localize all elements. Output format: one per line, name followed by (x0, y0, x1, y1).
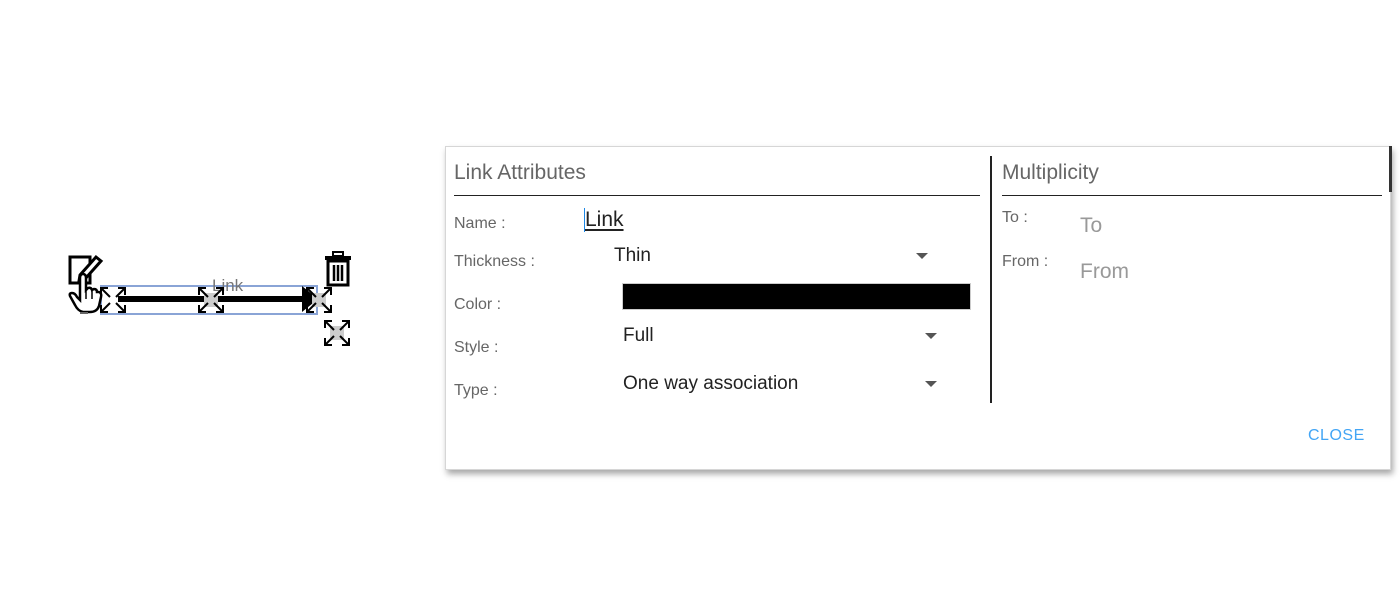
name-label: Name : (454, 215, 506, 232)
thickness-value: Thin (614, 245, 651, 266)
color-label: Color : (454, 296, 502, 313)
chevron-down-icon (925, 333, 937, 339)
color-picker[interactable] (622, 283, 971, 310)
from-label: From : (1002, 253, 1049, 270)
divider (1002, 195, 1382, 196)
style-value: Full (623, 325, 654, 346)
chevron-down-icon (925, 381, 937, 387)
from-input[interactable] (1080, 260, 1330, 284)
type-value: One way association (623, 373, 799, 394)
type-label: Type : (454, 382, 498, 399)
delete-icon[interactable] (323, 251, 353, 287)
thickness-label: Thickness : (454, 253, 535, 270)
name-input[interactable]: Link (584, 208, 624, 232)
panel-divider (990, 156, 992, 403)
style-select[interactable]: Full (623, 321, 943, 351)
link-attributes-title: Link Attributes (454, 161, 586, 184)
dialog-edge (1389, 146, 1392, 192)
move-handle-icon[interactable] (98, 285, 128, 315)
multiplicity-title: Multiplicity (1002, 161, 1099, 184)
to-input[interactable] (1080, 214, 1330, 238)
move-handle-icon[interactable] (304, 285, 334, 315)
chevron-down-icon (916, 253, 928, 259)
move-handle-icon[interactable] (196, 285, 226, 315)
close-button[interactable]: CLOSE (1308, 427, 1365, 445)
thickness-select[interactable]: Thin (614, 241, 930, 271)
diagram-canvas[interactable]: Link (0, 0, 430, 600)
style-label: Style : (454, 339, 499, 356)
divider (454, 195, 980, 196)
type-select[interactable]: One way association (623, 369, 943, 399)
resize-handle-icon[interactable] (322, 318, 352, 348)
link-attributes-dialog: Link Attributes Name : Link Thickness : … (445, 146, 1391, 470)
to-label: To : (1002, 209, 1028, 226)
